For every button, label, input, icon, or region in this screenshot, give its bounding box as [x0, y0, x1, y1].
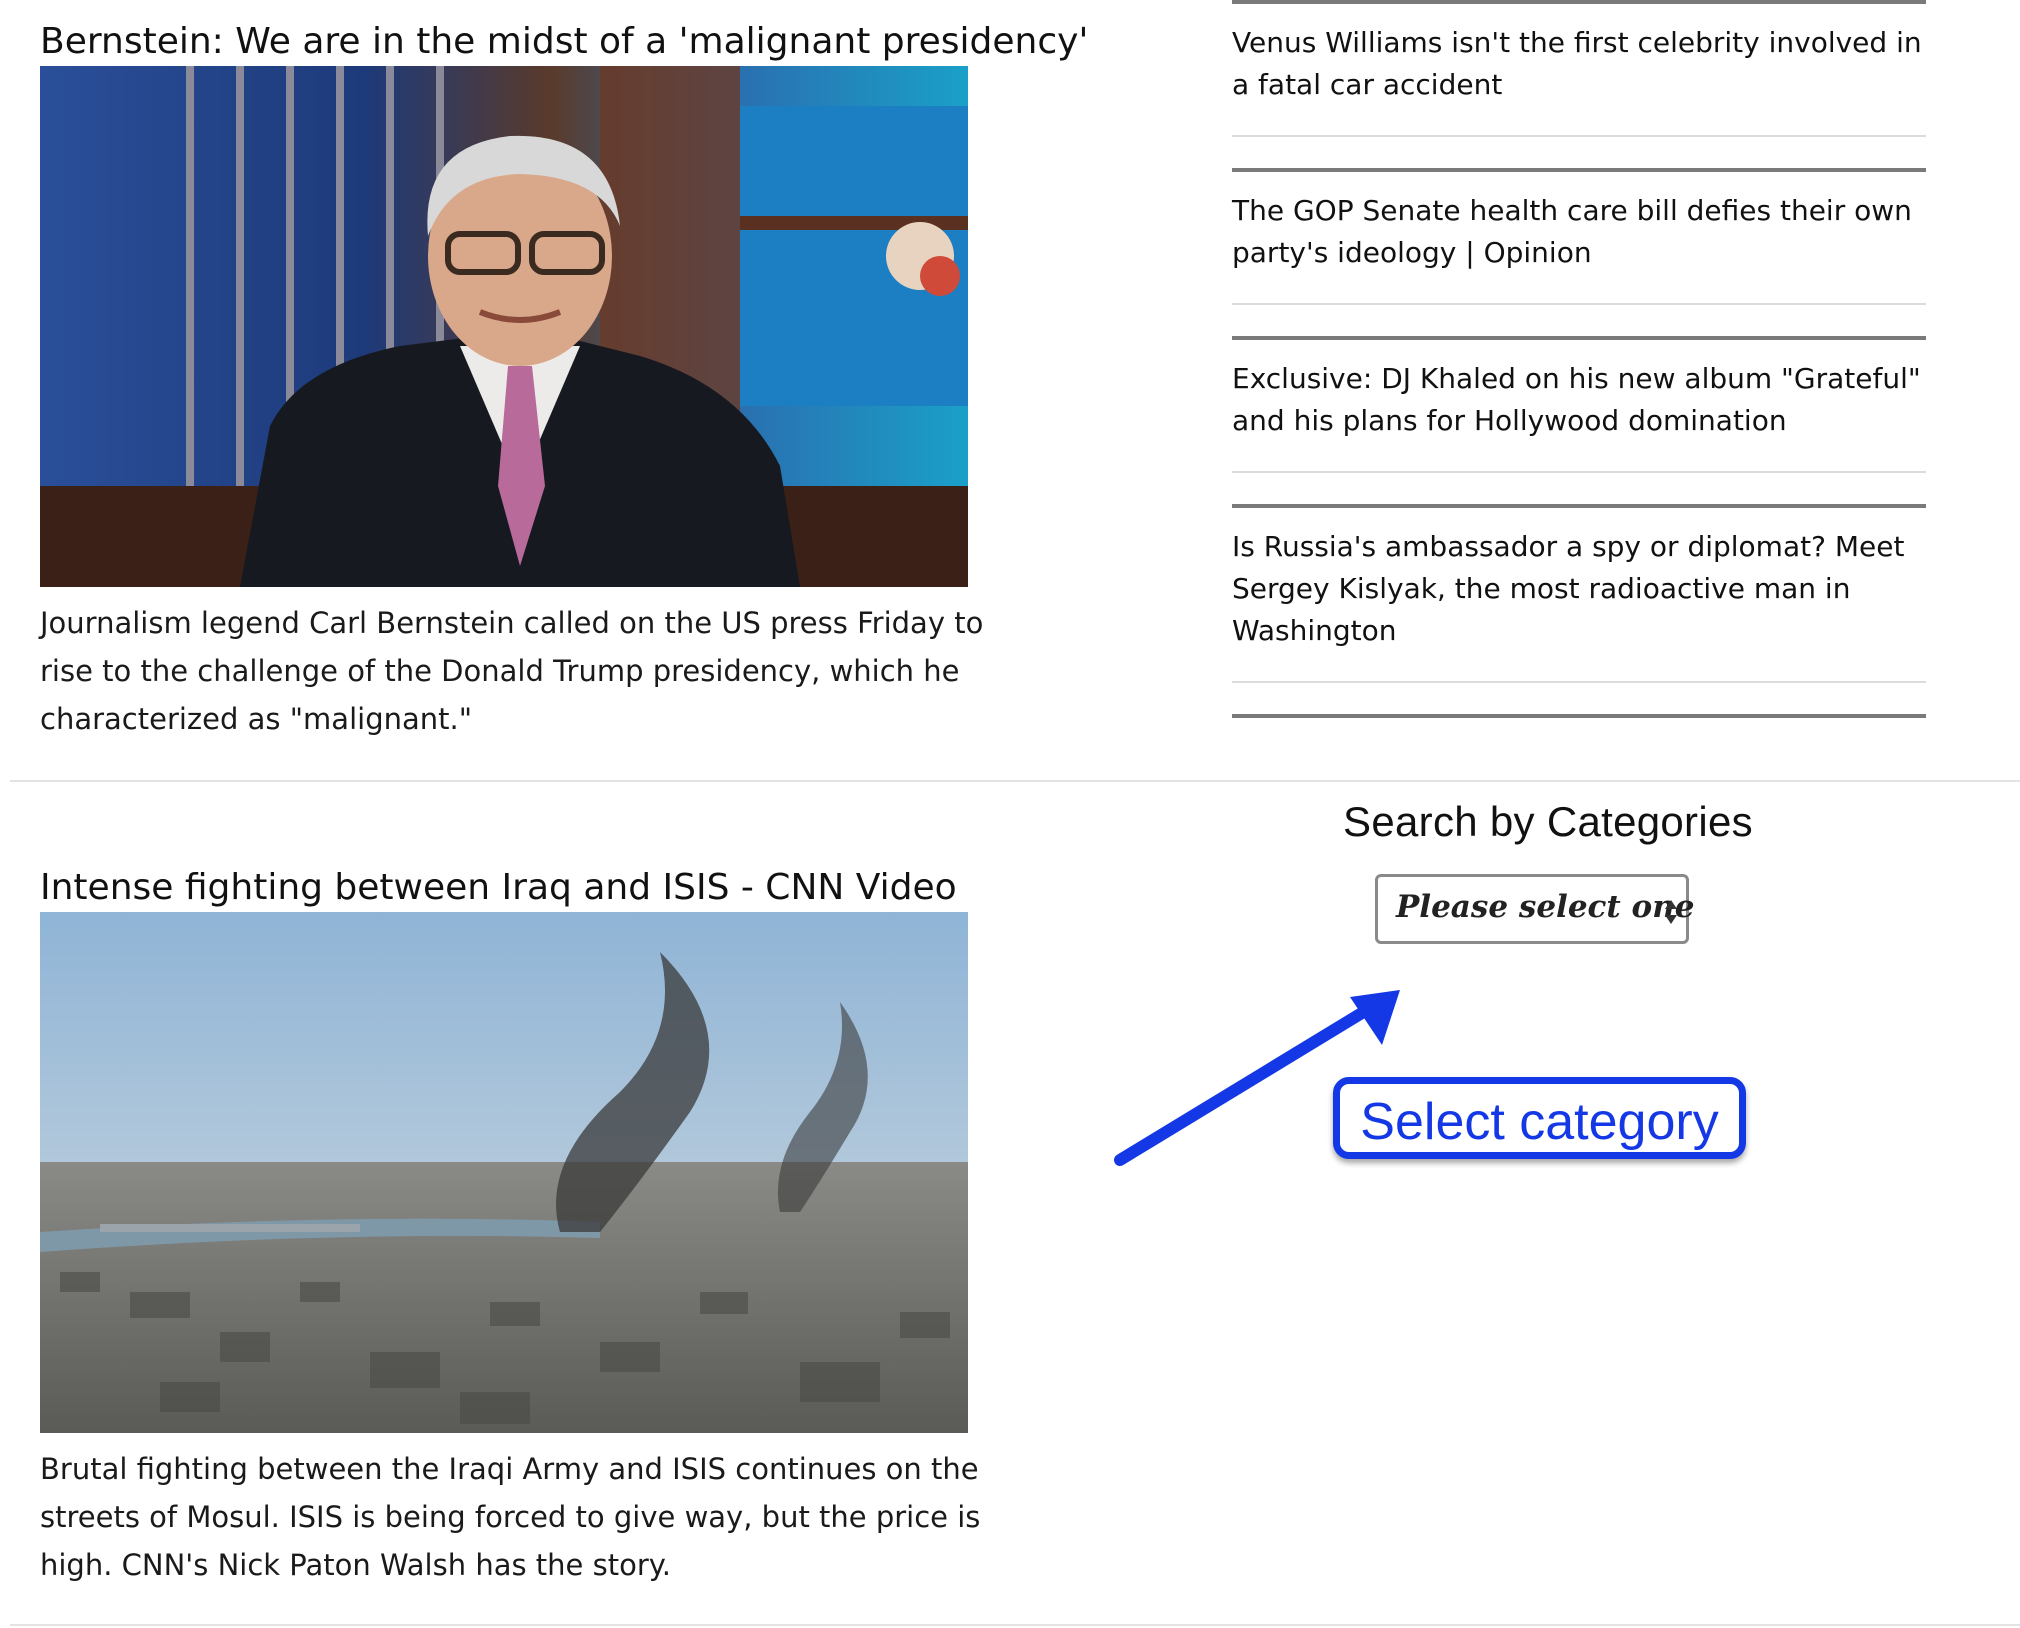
article-title[interactable]: Bernstein: We are in the midst of a 'mal…: [40, 20, 1088, 64]
article-description: Journalism legend Carl Bernstein called …: [40, 606, 984, 736]
article-card-bernstein: Bernstein: We are in the midst of a 'mal…: [40, 20, 1088, 743]
section-divider: [10, 1624, 2020, 1626]
headline-item[interactable]: Venus Williams isn't the first celebrity…: [1232, 0, 1926, 106]
headline-item[interactable]: Exclusive: DJ Khaled on his new album "G…: [1232, 336, 1926, 442]
headline-link[interactable]: The GOP Senate health care bill defies t…: [1232, 190, 1926, 274]
article-card-iraq-isis: Intense fighting between Iraq and ISIS -…: [40, 866, 1000, 1589]
article-thumbnail[interactable]: [40, 66, 968, 587]
headline-item[interactable]: Is Russia's ambassador a spy or diplomat…: [1232, 504, 1926, 652]
article-description: Brutal fighting between the Iraqi Army a…: [40, 1452, 981, 1582]
article-title[interactable]: Intense fighting between Iraq and ISIS -…: [40, 866, 1000, 910]
aerial-city-image: [40, 912, 968, 1433]
category-select[interactable]: Please select one: [1375, 874, 1694, 944]
search-categories-heading: Search by Categories: [1343, 798, 1753, 845]
headline-separator: [1232, 303, 1926, 305]
headline-separator: [1232, 135, 1926, 137]
category-select-value: Please select one: [1396, 889, 1695, 925]
headline-link[interactable]: Exclusive: DJ Khaled on his new album "G…: [1232, 358, 1926, 442]
headline-separator: [1232, 471, 1926, 473]
headline-item[interactable]: The GOP Senate health care bill defies t…: [1232, 168, 1926, 274]
headline-link[interactable]: Venus Williams isn't the first celebrity…: [1232, 22, 1926, 106]
select-updown-icon: [1665, 900, 1677, 924]
headline-link[interactable]: Is Russia's ambassador a spy or diplomat…: [1232, 526, 1926, 652]
studio-portrait-image: [40, 66, 968, 587]
section-divider: [10, 780, 2020, 782]
headline-separator: [1232, 681, 1926, 683]
article-thumbnail[interactable]: [40, 912, 968, 1433]
annotation-callout-label: Select category: [1360, 1093, 1719, 1151]
annotation-callout: Select category: [1333, 1077, 1746, 1159]
headline-list-end-rule: [1232, 714, 1926, 718]
